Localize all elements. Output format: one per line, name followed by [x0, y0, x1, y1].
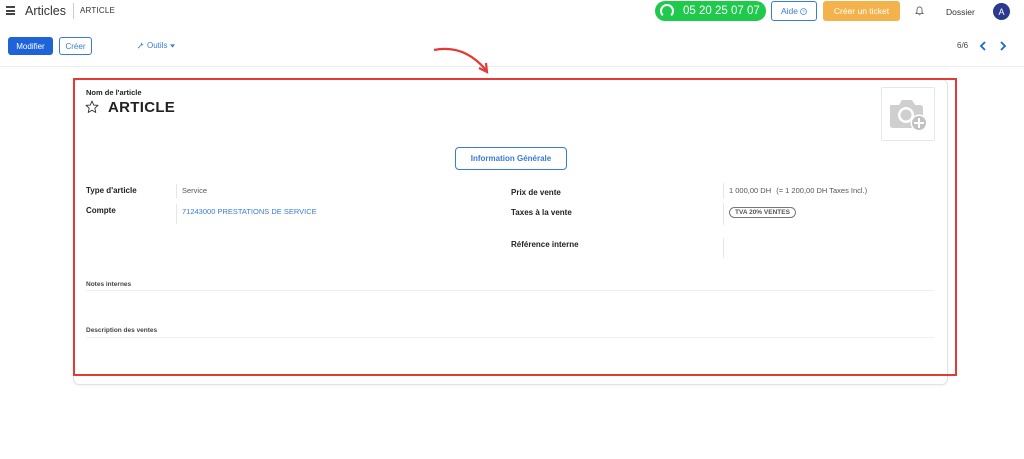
arrow-annotation-icon	[433, 47, 489, 74]
phone-number: 05 20 25 07 07	[683, 5, 760, 17]
chevron-right-icon[interactable]	[999, 41, 1007, 51]
tools-dropdown[interactable]: Outils	[137, 41, 176, 50]
wrench-icon	[137, 42, 144, 49]
headset-icon	[660, 4, 674, 18]
top-navbar: Articles ARTICLE 05 20 25 07 07 Aide ? C…	[0, 0, 1024, 24]
tools-label: Outils	[147, 41, 168, 50]
edit-button[interactable]: Modifier	[8, 37, 53, 55]
highlight-annotation-box	[73, 78, 957, 376]
create-ticket-button[interactable]: Créer un ticket	[823, 1, 900, 21]
chevron-left-icon[interactable]	[979, 41, 987, 51]
help-button[interactable]: Aide ?	[771, 1, 817, 21]
pager-value: 6/6	[957, 41, 969, 50]
toolbar-divider	[0, 66, 1024, 67]
svg-text:?: ?	[802, 9, 805, 14]
breadcrumb: ARTICLE	[80, 6, 116, 15]
create-button[interactable]: Créer	[59, 37, 92, 55]
phone-button[interactable]: 05 20 25 07 07	[655, 1, 766, 21]
menu-icon[interactable]	[6, 6, 15, 15]
avatar[interactable]: A	[993, 3, 1010, 20]
dossier-menu[interactable]: Dossier	[946, 7, 975, 17]
caret-down-icon	[170, 43, 176, 48]
bell-icon[interactable]	[915, 6, 924, 16]
help-label: Aide	[780, 6, 798, 16]
question-icon: ?	[800, 7, 807, 15]
app-title[interactable]: Articles	[25, 4, 66, 18]
breadcrumb-separator	[73, 3, 74, 19]
